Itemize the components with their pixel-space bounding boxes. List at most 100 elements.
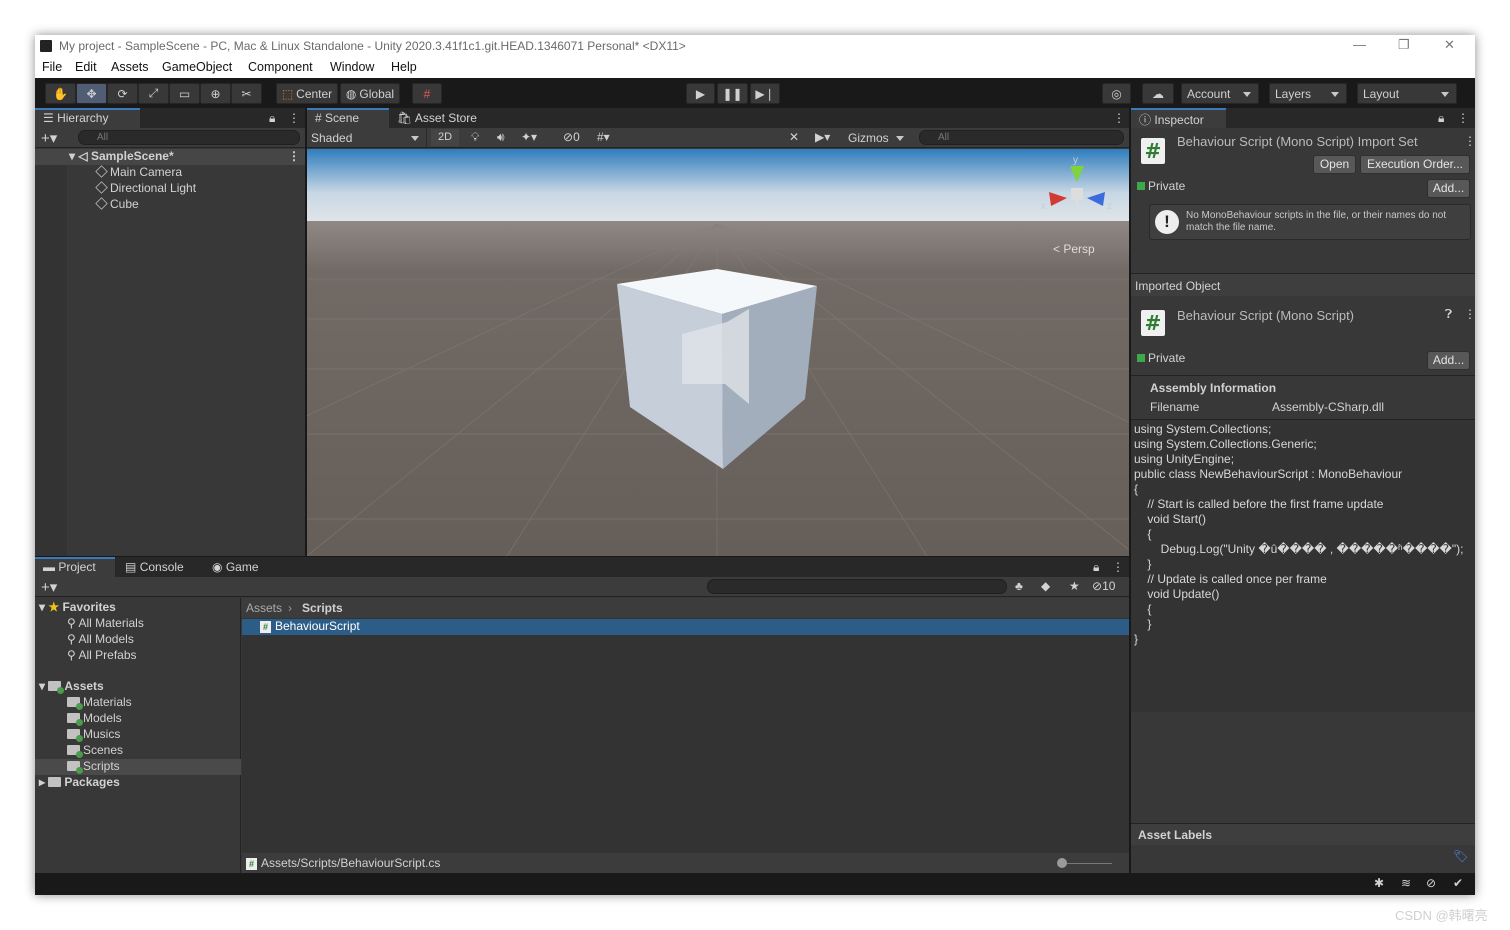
packages-node[interactable]: ▸ Packages: [39, 775, 120, 789]
tab-console[interactable]: ▤ Console: [123, 557, 203, 577]
folder-icon: [67, 697, 83, 710]
project-search-input[interactable]: [707, 579, 1007, 594]
folder-materials[interactable]: Materials: [67, 695, 132, 710]
grid-snap-icon[interactable]: #: [412, 83, 442, 104]
account-dropdown[interactable]: Account: [1181, 83, 1259, 104]
hierarchy-item-cube[interactable]: Cube: [95, 197, 139, 211]
fav-label: All Models: [78, 632, 134, 646]
folder-models[interactable]: Models: [67, 711, 122, 726]
breadcrumb-scripts[interactable]: Scripts: [302, 601, 343, 615]
menu-file[interactable]: File: [42, 60, 62, 74]
inspector-lock-icon[interactable]: 🔒︎: [1438, 111, 1444, 126]
pause-button[interactable]: ❚❚: [717, 83, 748, 104]
window-title: My project - SampleScene - PC, Mac & Lin…: [59, 39, 686, 53]
layers-dropdown[interactable]: Layers: [1269, 83, 1347, 104]
bug-icon[interactable]: ✱: [1374, 876, 1384, 890]
add-label-button[interactable]: Add...: [1427, 351, 1470, 370]
lighting-icon[interactable]: 💡︎: [471, 130, 479, 145]
grid-toggle-icon[interactable]: #▾: [597, 130, 610, 144]
folder-scenes[interactable]: Scenes: [67, 743, 123, 758]
object-more-icon[interactable]: ⋮: [1464, 307, 1476, 321]
breadcrumb-assets[interactable]: Assets: [246, 601, 282, 615]
hidden-packages-icon[interactable]: ⊘10: [1092, 579, 1115, 593]
move-tool-icon[interactable]: ✥: [76, 83, 107, 104]
hierarchy-item-directional-light[interactable]: Directional Light: [95, 181, 196, 195]
folder-scripts[interactable]: Scripts: [35, 759, 241, 775]
effects-icon[interactable]: ✦▾: [521, 130, 537, 144]
stack-icon[interactable]: ≋: [1401, 876, 1411, 890]
project-more-icon[interactable]: ⋮: [1112, 560, 1124, 574]
mode-2d-toggle[interactable]: 2D: [431, 129, 459, 146]
scene-search-input[interactable]: All: [919, 130, 1124, 145]
favorites-node[interactable]: ▾ ★ Favorites: [39, 600, 116, 614]
favorite-star-icon[interactable]: ★: [1069, 579, 1080, 593]
tab-inspector[interactable]: ⓘ Inspector: [1131, 108, 1226, 128]
custom-tool-icon[interactable]: ✂: [231, 83, 262, 104]
scene-viewport[interactable]: y x z < Persp: [307, 149, 1129, 556]
hidden-objects-icon[interactable]: ⊘0: [563, 130, 580, 144]
menu-component[interactable]: Component: [248, 60, 313, 74]
minimize-button[interactable]: —: [1353, 37, 1366, 52]
scene-more-menu-icon[interactable]: ⋮: [1113, 111, 1125, 125]
shading-mode-dropdown[interactable]: Shaded: [307, 128, 427, 147]
create-add-icon[interactable]: +▾: [41, 129, 57, 147]
menu-window[interactable]: Window: [330, 60, 374, 74]
filter-label-icon[interactable]: ◆: [1041, 579, 1050, 593]
hierarchy-scene-row[interactable]: ▾ ◁ SampleScene* ⋮: [35, 149, 305, 165]
assets-node[interactable]: ▾ Assets: [39, 679, 104, 694]
scale-tool-icon[interactable]: ⤢: [138, 83, 169, 104]
folder-musics[interactable]: Musics: [67, 727, 120, 742]
transform-tool-icon[interactable]: ⊕: [200, 83, 231, 104]
rotate-tool-icon[interactable]: ⟳: [107, 83, 138, 104]
pivot-global-toggle[interactable]: ◍ Global: [340, 83, 400, 104]
collab-icon[interactable]: ◎: [1102, 83, 1131, 104]
project-panel: ▬ Project ▤ Console ◉ Game 🔒︎ ⋮ +▾ ♣ ◆ ★…: [35, 557, 1129, 873]
tab-hierarchy[interactable]: ☰ Hierarchy: [35, 108, 140, 128]
progress-done-icon[interactable]: ✔: [1453, 876, 1463, 890]
open-button[interactable]: Open: [1313, 155, 1356, 174]
hand-tool-icon[interactable]: ✋: [45, 83, 76, 104]
layout-dropdown[interactable]: Layout: [1357, 83, 1457, 104]
project-lock-icon[interactable]: 🔒︎: [1093, 560, 1099, 575]
hierarchy-search-input[interactable]: All: [78, 130, 300, 145]
audio-icon[interactable]: 🔊︎: [497, 130, 505, 145]
close-button[interactable]: ✕: [1444, 37, 1455, 53]
import-more-icon[interactable]: ⋮: [1464, 134, 1476, 148]
menu-edit[interactable]: Edit: [75, 60, 97, 74]
menu-help[interactable]: Help: [391, 60, 417, 74]
scene-more-icon[interactable]: ⋮: [288, 149, 300, 163]
menu-gameobject[interactable]: GameObject: [162, 60, 232, 74]
tab-asset-store[interactable]: 🛍︎ Asset Store: [393, 108, 493, 128]
execution-order-button[interactable]: Execution Order...: [1360, 155, 1470, 174]
rect-tool-icon[interactable]: ▭: [169, 83, 200, 104]
inspector-more-icon[interactable]: ⋮: [1457, 111, 1469, 125]
camera-icon[interactable]: ▶▾: [815, 130, 830, 144]
fav-all-prefabs[interactable]: ⚲ All Prefabs: [67, 648, 137, 662]
filter-type-icon[interactable]: ♣: [1015, 579, 1023, 593]
hierarchy-item-main-camera[interactable]: Main Camera: [95, 165, 182, 179]
tools-icon[interactable]: ✕: [789, 130, 799, 144]
pivot-center-toggle[interactable]: ⬚ Center: [276, 83, 338, 104]
help-icon[interactable]: ❓︎: [1445, 307, 1452, 322]
lock-icon[interactable]: 🔒︎: [269, 111, 275, 126]
projection-label[interactable]: < Persp: [1053, 242, 1095, 256]
file-behaviourscript[interactable]: # BehaviourScript: [242, 619, 1129, 635]
restore-button[interactable]: ❐: [1398, 37, 1410, 53]
fav-all-models[interactable]: ⚲ All Models: [67, 632, 134, 646]
icon-size-slider-handle[interactable]: [1057, 858, 1067, 868]
play-button[interactable]: ▶: [686, 83, 715, 104]
more-menu-icon[interactable]: ⋮: [288, 111, 300, 125]
debug-off-icon[interactable]: ⊘: [1426, 876, 1436, 890]
add-label-button-top[interactable]: Add...: [1427, 179, 1470, 198]
tab-project[interactable]: ▬ Project: [35, 557, 115, 577]
orientation-gizmo[interactable]: y x z: [1037, 154, 1117, 234]
fav-all-materials[interactable]: ⚲ All Materials: [67, 616, 144, 630]
cloud-icon[interactable]: ☁: [1142, 83, 1174, 104]
menu-assets[interactable]: Assets: [111, 60, 149, 74]
project-create-icon[interactable]: +▾: [41, 578, 57, 596]
tab-scene[interactable]: # Scene: [307, 108, 389, 128]
tab-game[interactable]: ◉ Game: [210, 557, 290, 577]
gizmos-dropdown[interactable]: Gizmos: [845, 128, 911, 147]
step-button[interactable]: ▶❘: [750, 83, 780, 104]
asset-label-tag-icon[interactable]: 🏷︎: [1453, 849, 1468, 863]
